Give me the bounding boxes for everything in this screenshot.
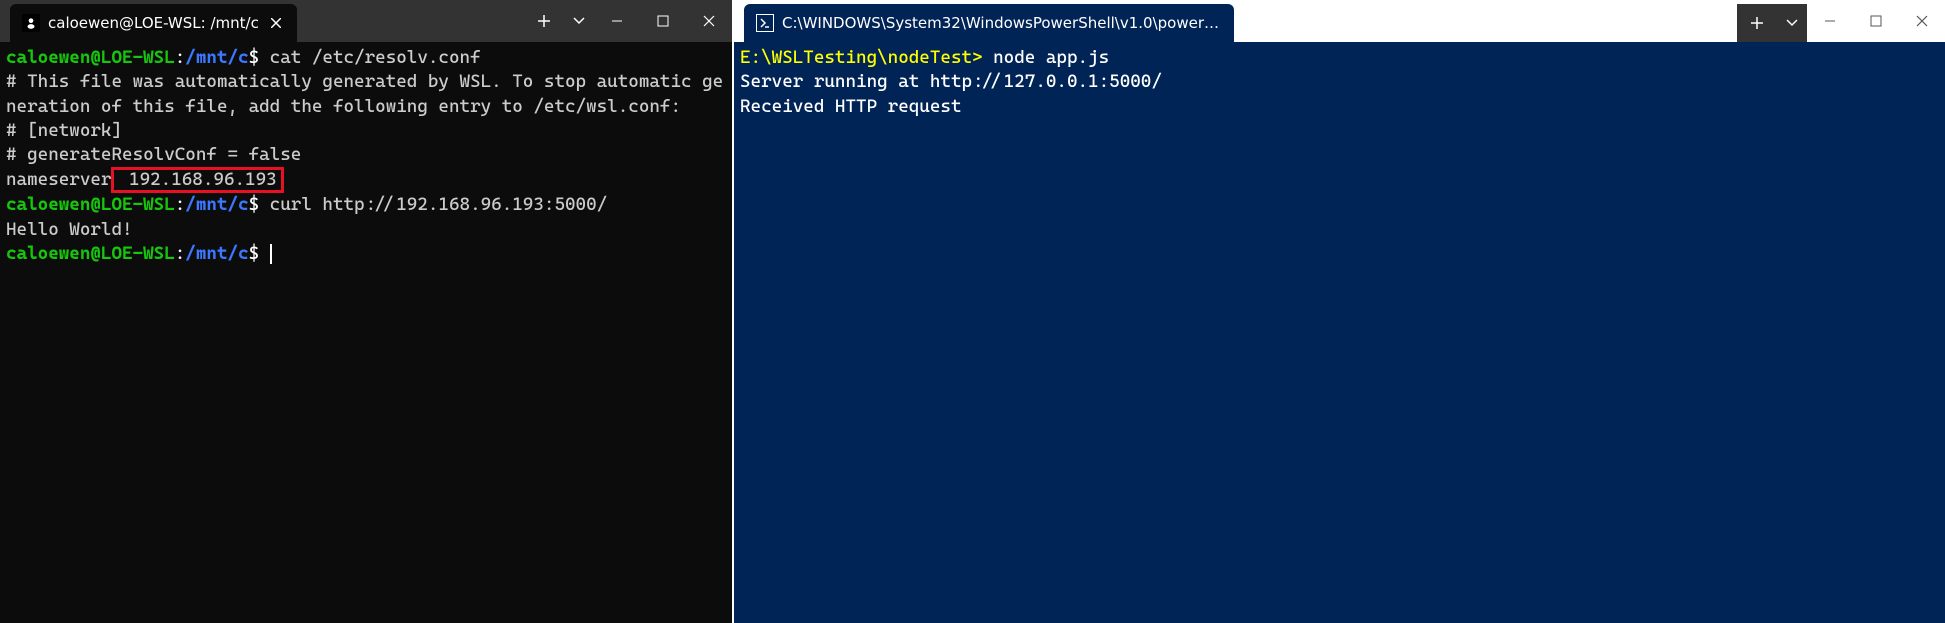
window-close-button[interactable] bbox=[1899, 0, 1945, 42]
prompt-colon: : bbox=[175, 47, 186, 68]
terminal-line: E:\WSLTesting\nodeTest> node app.js bbox=[740, 46, 1939, 70]
prompt-dollar: $ bbox=[249, 47, 260, 68]
wsl-tab[interactable]: caloewen@LOE-WSL: /mnt/c bbox=[10, 4, 297, 42]
linux-icon bbox=[22, 14, 40, 32]
powershell-terminal-window: C:\WINDOWS\System32\WindowsPowerShell\v1… bbox=[734, 0, 1945, 623]
new-tab-button[interactable] bbox=[1737, 4, 1777, 42]
terminal-line: Hello World! bbox=[6, 218, 726, 242]
highlighted-ip: 192.168.96.193 bbox=[111, 167, 283, 193]
terminal-line: caloewen@LOE-WSL:/mnt/c$ cat /etc/resolv… bbox=[6, 46, 726, 70]
tab-dropdown-button[interactable] bbox=[564, 0, 594, 42]
tab-dropdown-button[interactable] bbox=[1777, 4, 1807, 42]
window-close-button[interactable] bbox=[686, 0, 732, 42]
wsl-terminal-window: caloewen@LOE-WSL: /mnt/c caloewen@LOE-WS… bbox=[0, 0, 734, 623]
prompt-path: /mnt/c bbox=[185, 47, 248, 68]
wsl-terminal-body[interactable]: caloewen@LOE-WSL:/mnt/c$ cat /etc/resolv… bbox=[0, 42, 732, 623]
minimize-button[interactable] bbox=[594, 0, 640, 42]
terminal-line: nameserver 192.168.96.193 bbox=[6, 167, 726, 193]
prompt-dollar: $ bbox=[249, 243, 260, 264]
ps-prompt-path: E:\WSLTesting\nodeTest> bbox=[740, 47, 983, 68]
ps-tab-title: C:\WINDOWS\System32\WindowsPowerShell\v1… bbox=[782, 14, 1222, 32]
terminal-line: caloewen@LOE-WSL:/mnt/c$ curl http://192… bbox=[6, 193, 726, 217]
terminal-line: # generateResolvConf = false bbox=[6, 143, 726, 167]
terminal-line: # [network] bbox=[6, 119, 726, 143]
command-text: node app.js bbox=[983, 47, 1110, 68]
cursor bbox=[270, 244, 272, 264]
command-text bbox=[259, 243, 270, 264]
terminal-line: Received HTTP request bbox=[740, 95, 1939, 119]
prompt-colon: : bbox=[175, 243, 186, 264]
ps-terminal-body[interactable]: E:\WSLTesting\nodeTest> node app.jsServe… bbox=[734, 42, 1945, 623]
ps-titlebar-controls bbox=[1737, 0, 1945, 42]
prompt-user: caloewen@LOE-WSL bbox=[6, 243, 175, 264]
maximize-button[interactable] bbox=[1853, 0, 1899, 42]
command-text: cat /etc/resolv.conf bbox=[259, 47, 480, 68]
terminal-line: # This file was automatically generated … bbox=[6, 70, 726, 119]
prompt-path: /mnt/c bbox=[185, 194, 248, 215]
terminal-line: caloewen@LOE-WSL:/mnt/c$ bbox=[6, 242, 726, 266]
command-text: curl http://192.168.96.193:5000/ bbox=[259, 194, 607, 215]
prompt-user: caloewen@LOE-WSL bbox=[6, 194, 175, 215]
wsl-tab-title: caloewen@LOE-WSL: /mnt/c bbox=[48, 14, 259, 32]
new-tab-button[interactable] bbox=[524, 0, 564, 42]
terminal-line: Server running at http://127.0.0.1:5000/ bbox=[740, 70, 1939, 94]
ps-titlebar: C:\WINDOWS\System32\WindowsPowerShell\v1… bbox=[734, 0, 1945, 42]
wsl-titlebar-controls bbox=[524, 0, 732, 42]
wsl-titlebar: caloewen@LOE-WSL: /mnt/c bbox=[0, 0, 732, 42]
output-text: nameserver bbox=[6, 169, 111, 190]
prompt-dollar: $ bbox=[249, 194, 260, 215]
powershell-icon bbox=[756, 14, 774, 32]
maximize-button[interactable] bbox=[640, 0, 686, 42]
prompt-path: /mnt/c bbox=[185, 243, 248, 264]
prompt-user: caloewen@LOE-WSL bbox=[6, 47, 175, 68]
prompt-colon: : bbox=[175, 194, 186, 215]
ps-tab[interactable]: C:\WINDOWS\System32\WindowsPowerShell\v1… bbox=[744, 4, 1234, 42]
close-icon[interactable] bbox=[267, 14, 285, 32]
minimize-button[interactable] bbox=[1807, 0, 1853, 42]
